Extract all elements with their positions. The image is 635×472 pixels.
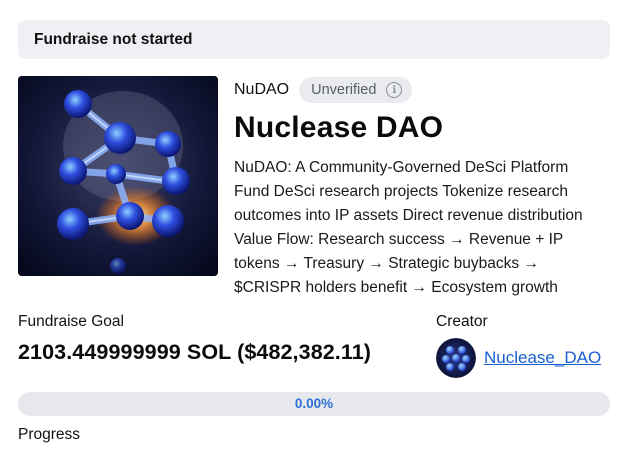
- project-info: NuDAO Unverified i Nuclease DAO NuDAO: A…: [234, 76, 619, 300]
- fundraise-goal-value: 2103.449999999 SOL ($482,382.11): [18, 340, 372, 364]
- fundraise-status-text: Fundraise not started: [34, 30, 193, 48]
- progress-label: Progress: [18, 426, 81, 443]
- project-short-name: NuDAO: [234, 81, 290, 98]
- creator-row: Nuclease_DAO: [436, 338, 601, 378]
- fundraise-progress-bar: 0.00%: [18, 392, 610, 416]
- fundraise-goal-label: Fundraise Goal: [18, 313, 124, 330]
- verification-badge[interactable]: Unverified i: [299, 77, 413, 103]
- info-icon[interactable]: i: [386, 82, 403, 98]
- project-description: NuDAO: A Community-Governed DeSci Platfo…: [234, 159, 583, 296]
- fundraise-status-banner: Fundraise not started: [18, 20, 610, 59]
- project-meta-row: NuDAO Unverified i: [234, 76, 619, 104]
- progress-percent-text: 0.00%: [294, 396, 334, 411]
- creator-label: Creator: [436, 313, 488, 330]
- project-title: Nuclease DAO: [234, 111, 444, 144]
- creator-avatar[interactable]: [436, 338, 476, 378]
- verification-badge-label: Unverified: [311, 82, 377, 98]
- creator-link[interactable]: Nuclease_DAO: [484, 348, 601, 368]
- project-cover-image: [18, 76, 218, 276]
